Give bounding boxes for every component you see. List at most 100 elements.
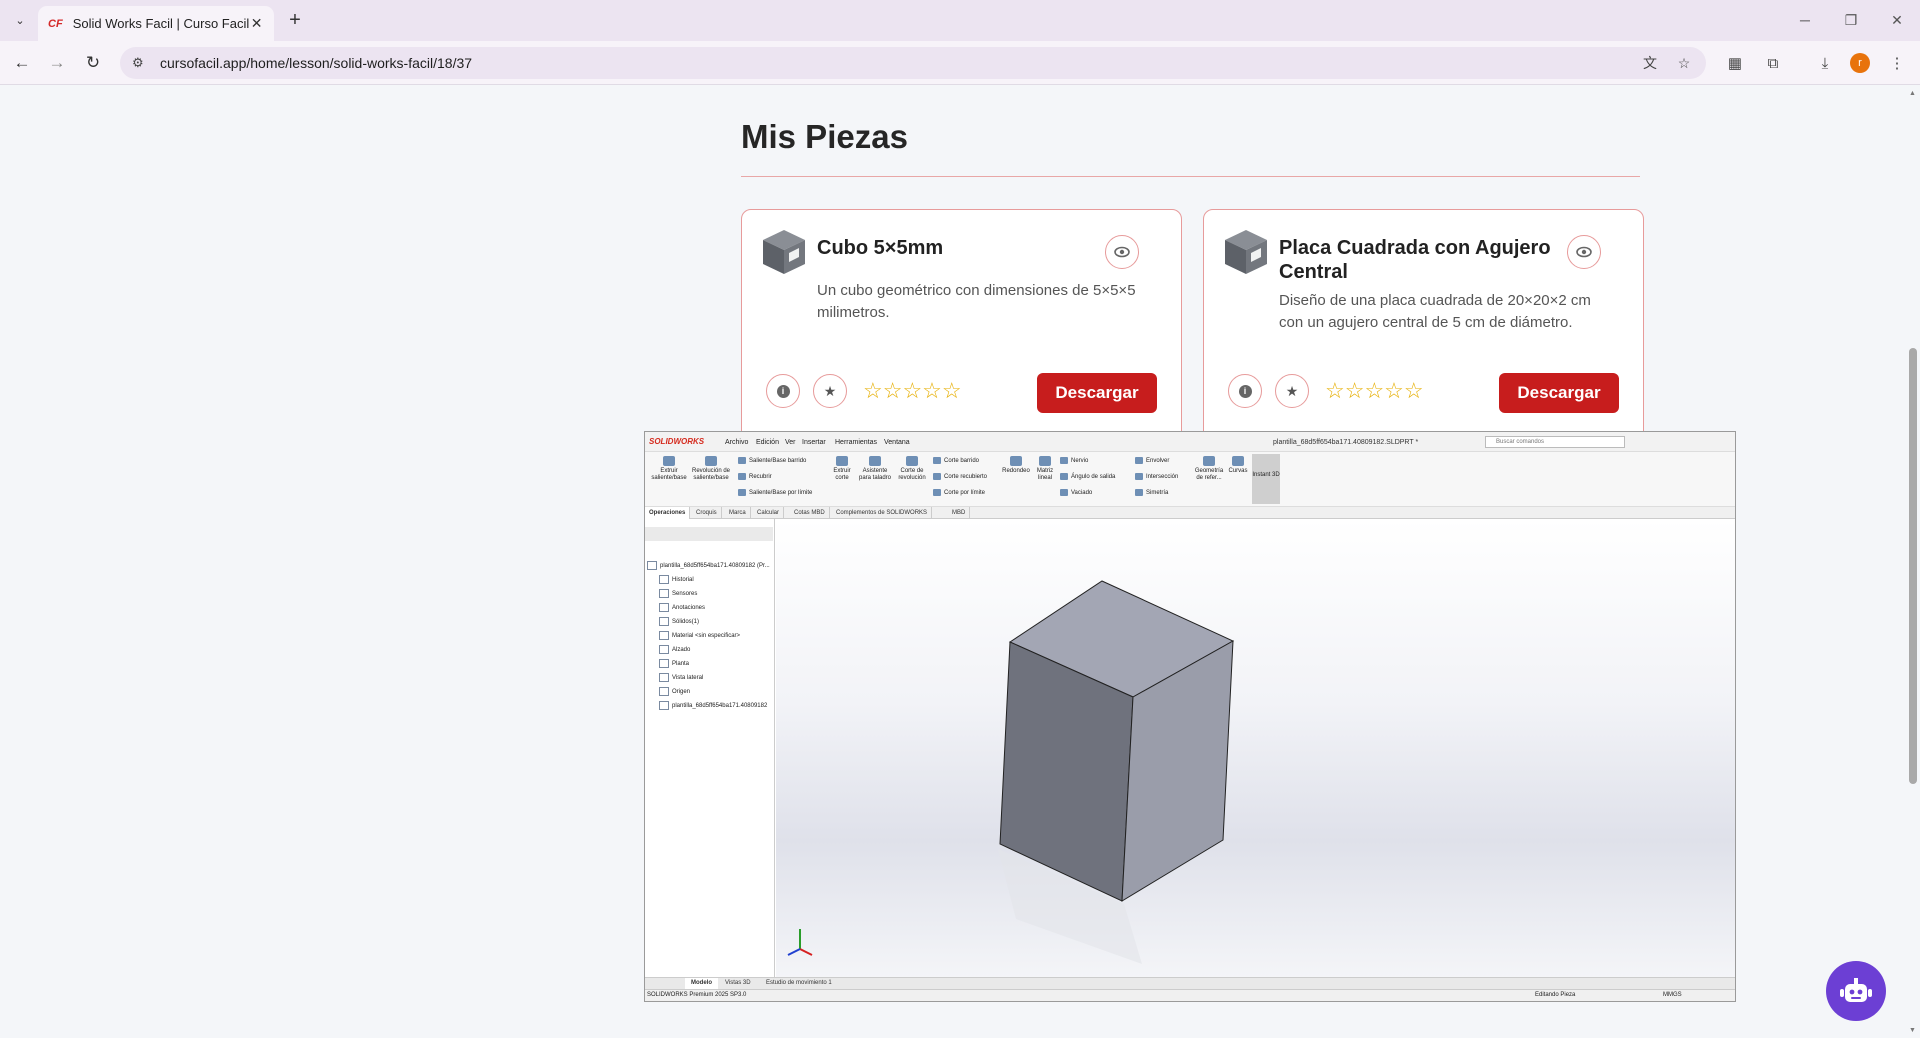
sw-tree-item: Anotaciones — [659, 603, 705, 612]
sw-extrude: Extruir saliente/base — [649, 456, 689, 482]
info-icon: i — [776, 384, 790, 398]
download-button[interactable]: Descargar — [1037, 373, 1157, 413]
sw-intersect: Intersección — [1135, 473, 1178, 480]
restore-icon[interactable]: ❐ — [1828, 6, 1874, 34]
view-eye-button[interactable] — [1105, 235, 1139, 269]
info-button[interactable]: i — [1228, 374, 1262, 408]
sw-boundary-cut: Corte por límite — [933, 489, 985, 496]
browser-toolbar: ← → ↻ ⚙ cursofacil.app/home/lesson/solid… — [0, 41, 1920, 85]
solidworks-screenshot: SOLIDWORKS Archivo Edición Ver Insertar … — [644, 431, 1736, 1002]
sw-units: MMGS — [1663, 992, 1682, 998]
download-icon[interactable]: ⤓ — [1814, 52, 1836, 74]
sw-boundary: Saliente/Base por límite — [738, 489, 812, 496]
piece-card: Cubo 5×5mm Un cubo geométrico con dimens… — [741, 209, 1182, 459]
sw-tab: Cotas MBD — [790, 507, 830, 519]
title-divider — [741, 176, 1640, 177]
card-description: Diseño de una placa cuadrada de 20×20×2 … — [1279, 292, 1591, 331]
sw-menu-item: Ventana — [884, 439, 910, 446]
sw-graphics-area — [776, 519, 1735, 979]
scroll-up-icon[interactable]: ▲ — [1909, 90, 1916, 97]
sw-tree-item: plantilla_68d5ff654ba171.40809182 — [659, 701, 767, 710]
info-button[interactable]: i — [766, 374, 800, 408]
sw-hole-wizard: Asistente para taladro — [857, 456, 893, 482]
sw-menu-item: Herramientas — [835, 439, 878, 446]
view-eye-button[interactable] — [1567, 235, 1601, 269]
info-icon: i — [1238, 384, 1252, 398]
chatbot-button[interactable] — [1826, 961, 1886, 1021]
sw-tab: MBD — [948, 507, 971, 519]
qr-code-icon[interactable]: ▦ — [1724, 52, 1746, 74]
sw-version: SOLIDWORKS Premium 2025 SP3.0 — [647, 992, 747, 998]
sw-revolve-cut: Corte de revolución — [895, 456, 929, 482]
browser-tab[interactable]: CF Solid Works Facil | Curso Facil ✕ — [38, 6, 274, 41]
sw-revolve: Revolución de saliente/base — [691, 456, 731, 482]
sw-pattern: Matriz lineal — [1033, 456, 1057, 482]
sw-loft: Recubrir — [738, 473, 772, 480]
sw-tree-item: Historial — [659, 575, 694, 584]
star-rating[interactable]: ☆☆☆☆☆ — [863, 378, 962, 404]
piece-card: Placa Cuadrada con Agujero Central Diseñ… — [1203, 209, 1644, 459]
sw-tree-item: Material <sin especificar> — [659, 631, 740, 640]
tab-close-icon[interactable]: ✕ — [249, 15, 264, 32]
sw-bottom-tab: Vistas 3D — [725, 980, 751, 986]
address-bar[interactable]: ⚙ cursofacil.app/home/lesson/solid-works… — [120, 47, 1706, 79]
browser-tab-bar: ⌄ CF Solid Works Facil | Curso Facil ✕ +… — [0, 0, 1920, 41]
sw-tab: Operaciones — [645, 507, 691, 519]
scroll-down-icon[interactable]: ▼ — [1909, 1027, 1916, 1034]
cube-model — [787, 580, 1235, 964]
favorite-button[interactable]: ★ — [813, 374, 847, 408]
card-title: Placa Cuadrada con Agujero Central — [1279, 237, 1551, 283]
sw-curves: Curvas — [1227, 456, 1249, 475]
sw-status-bar: SOLIDWORKS Premium 2025 SP3.0 Editando P… — [645, 989, 1735, 1001]
card-title: Cubo 5×5mm — [817, 237, 944, 259]
site-info-icon[interactable]: ⚙ — [132, 55, 150, 71]
sw-bottom-tabs: Modelo Vistas 3D Estudio de movimiento 1 — [645, 977, 1735, 989]
favorite-button[interactable]: ★ — [1275, 374, 1309, 408]
scrollbar-thumb[interactable] — [1909, 348, 1917, 784]
sw-feature-tree: plantilla_68d5ff654ba171.40809182 (Pr...… — [645, 519, 775, 979]
sw-menu-item: Ver — [785, 439, 796, 446]
download-button[interactable]: Descargar — [1499, 373, 1619, 413]
sw-tab: Calcular — [753, 507, 785, 519]
page-content: Mis Piezas Cubo 5×5mm Un cubo geométrico… — [0, 86, 1920, 1038]
sw-wrap: Envolver — [1135, 457, 1169, 464]
star-rating[interactable]: ☆☆☆☆☆ — [1325, 378, 1424, 404]
star-icon: ★ — [823, 382, 837, 399]
window-close-icon[interactable]: ✕ — [1874, 6, 1920, 34]
cube-icon — [1225, 230, 1267, 274]
sw-tree-item: Sólidos(1) — [659, 617, 699, 626]
extensions-icon[interactable]: ⧉ — [1762, 52, 1784, 74]
sw-bottom-tab: Estudio de movimiento 1 — [766, 980, 832, 986]
sw-bottom-tab: Modelo — [685, 978, 718, 989]
tab-search-icon[interactable]: ⌄ — [8, 8, 32, 32]
translate-icon[interactable]: 文 — [1640, 53, 1660, 73]
profile-avatar[interactable]: r — [1850, 53, 1870, 73]
sw-fillet: Redondeo — [1001, 456, 1031, 475]
bookmark-star-icon[interactable]: ☆ — [1674, 53, 1694, 73]
sw-tree-item: Sensores — [659, 589, 697, 598]
sw-draft: Ángulo de salida — [1060, 473, 1115, 480]
sw-logo: SOLIDWORKS — [649, 437, 705, 446]
tab-title: Solid Works Facil | Curso Facil — [72, 16, 250, 31]
back-icon[interactable]: ← — [9, 50, 35, 76]
robot-icon — [1840, 978, 1872, 1002]
sw-instant3d: Instant 3D — [1252, 454, 1280, 504]
new-tab-icon[interactable]: + — [283, 8, 307, 32]
sw-swept-cut: Corte barrido — [933, 457, 979, 464]
sw-menu-item: Archivo — [725, 439, 749, 446]
reload-icon[interactable]: ↻ — [80, 50, 106, 76]
minimize-icon[interactable]: ─ — [1782, 6, 1828, 34]
sw-tab: Marca — [725, 507, 751, 519]
page-scrollbar[interactable]: ▲ ▼ — [1905, 86, 1920, 1038]
sw-rib: Nervio — [1060, 457, 1088, 464]
forward-icon[interactable]: → — [44, 50, 70, 76]
menu-kebab-icon[interactable]: ⋮ — [1886, 52, 1908, 74]
sw-lofted-cut: Corte recubierto — [933, 473, 987, 480]
eye-icon — [1114, 246, 1130, 258]
page-title: Mis Piezas — [741, 118, 908, 155]
sw-sweep: Saliente/Base barrido — [738, 457, 806, 464]
sw-tree-item: Planta — [659, 659, 689, 668]
sw-menu-item: Edición — [756, 439, 779, 446]
sw-extrude-cut: Extruir corte — [829, 456, 855, 482]
sw-tree-item: Origen — [659, 687, 690, 696]
